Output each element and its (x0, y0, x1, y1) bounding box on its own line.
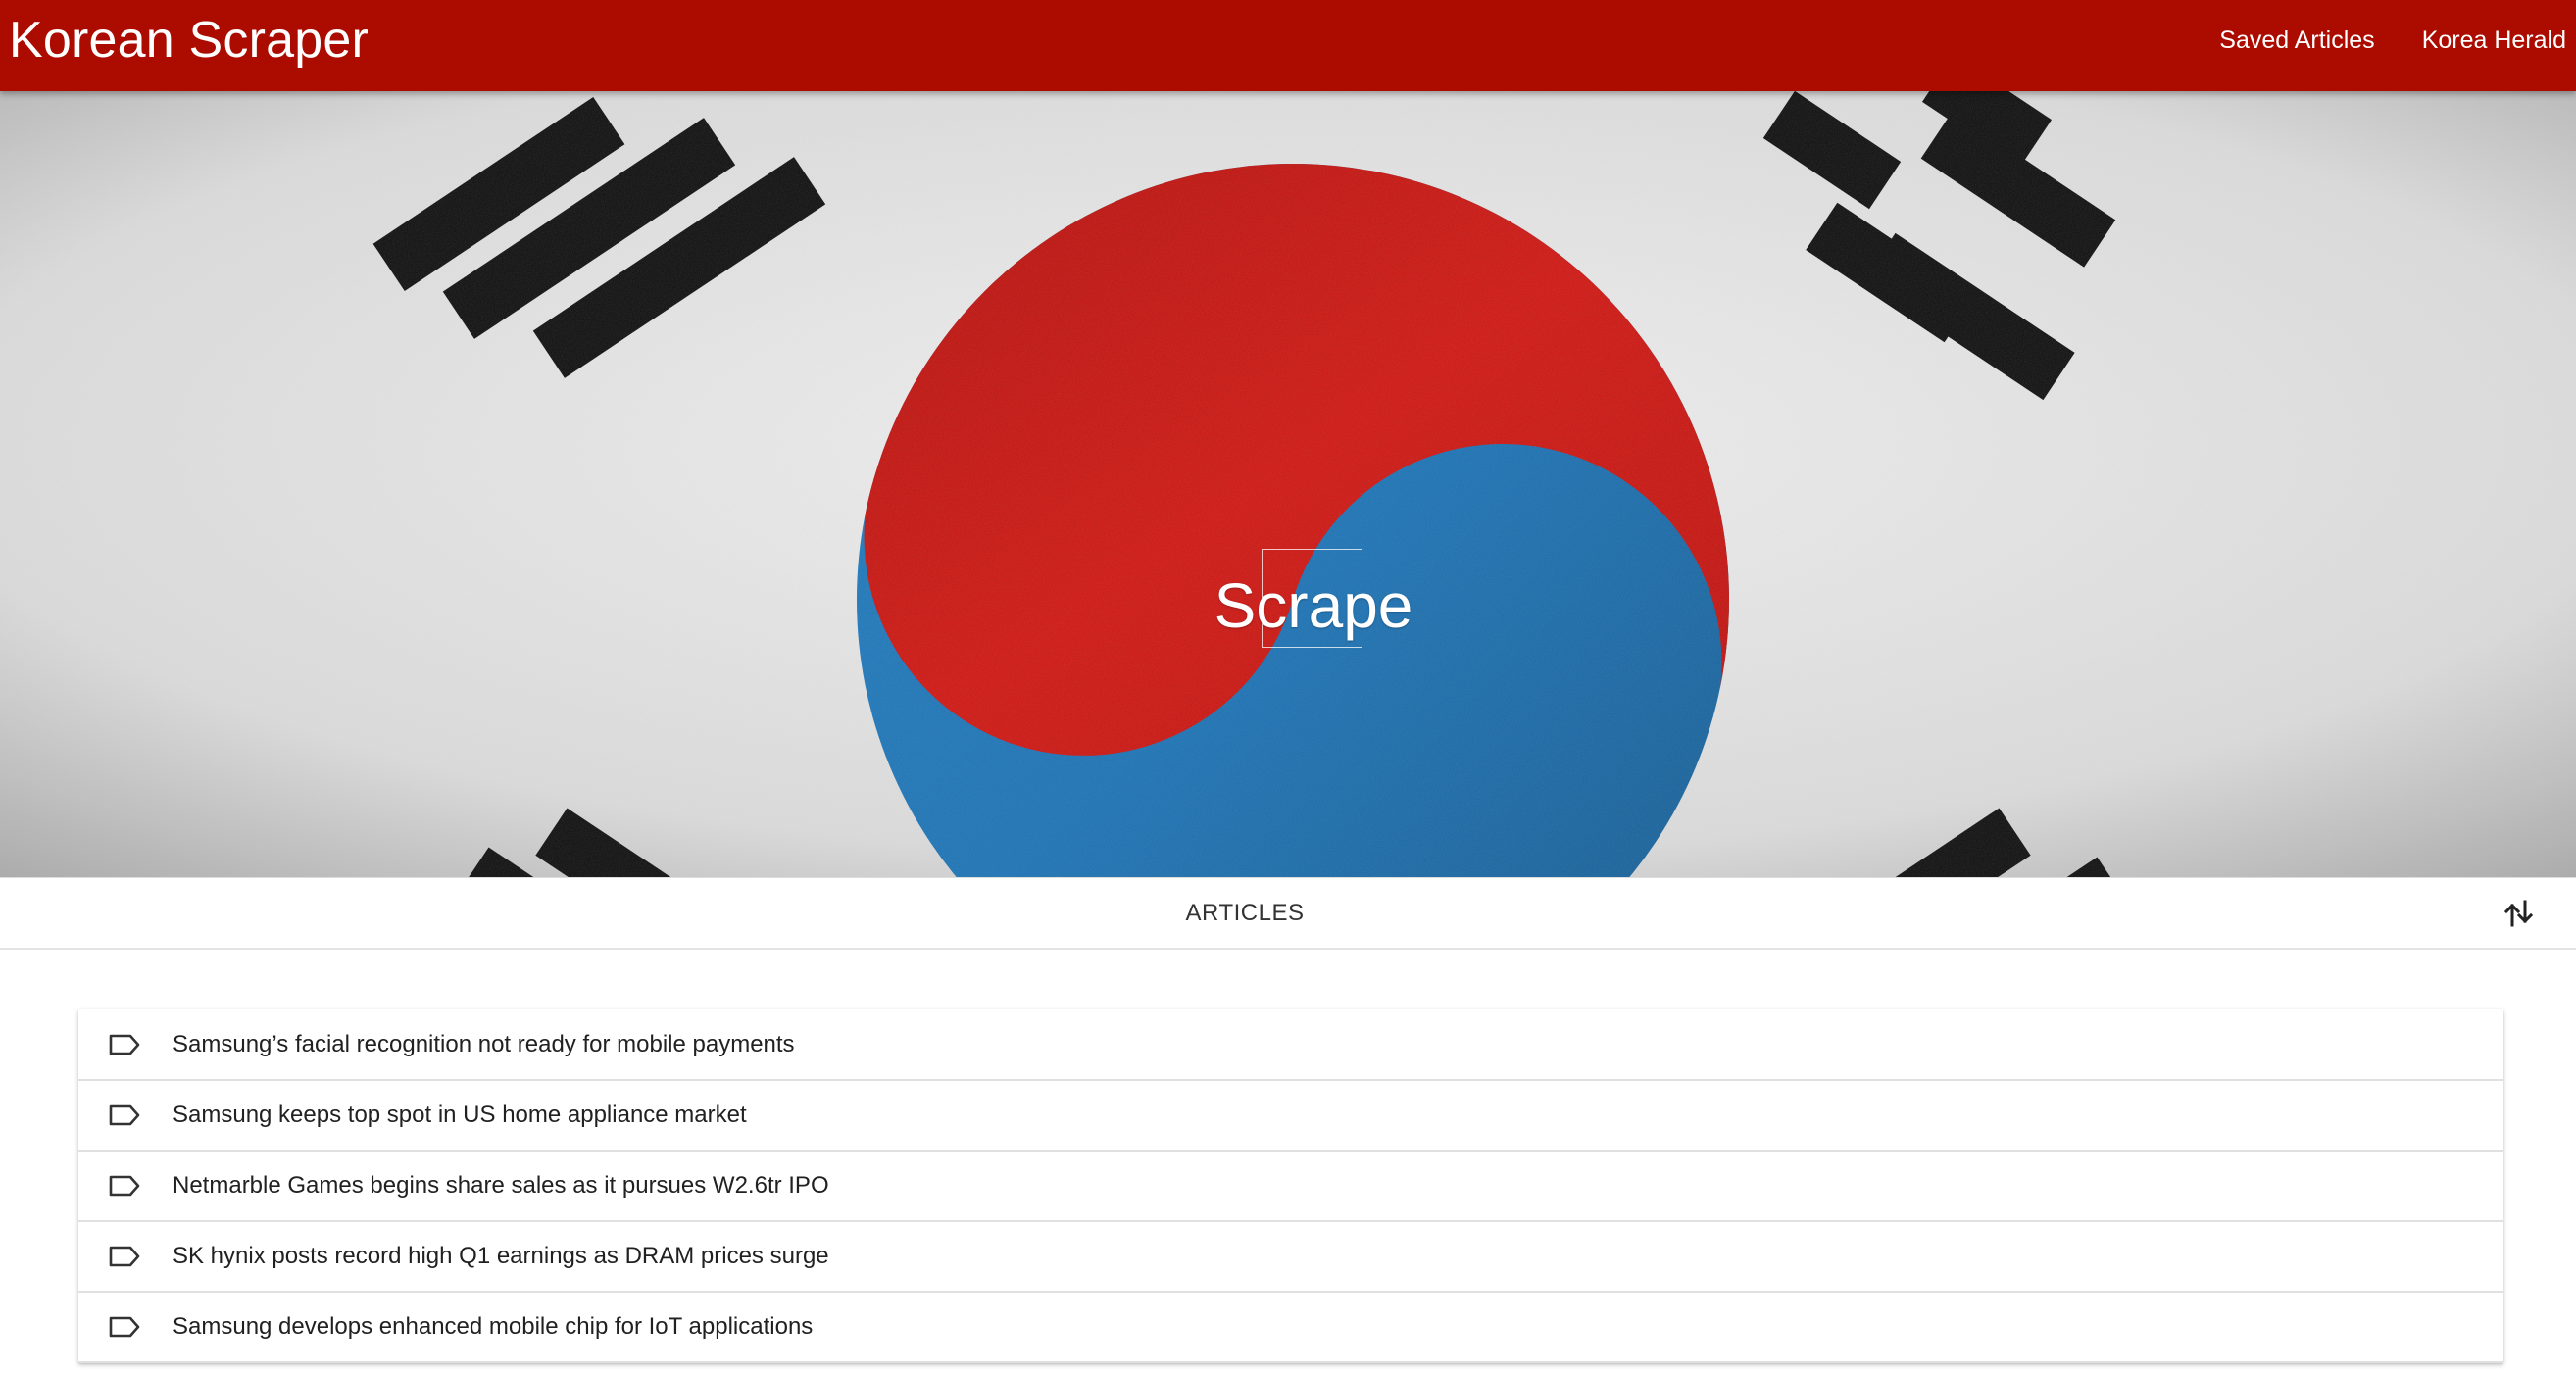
scrape-button[interactable] (1262, 549, 1362, 648)
article-title: Netmarble Games begins share sales as it… (173, 1172, 829, 1199)
navbar: Korean Scraper Saved Articles Korea Hera… (0, 0, 2576, 91)
nav-link-korea-herald[interactable]: Korea Herald (2422, 26, 2566, 55)
tabs-bar: ARTICLES (0, 877, 2576, 950)
brand-logo[interactable]: Korean Scraper (9, 0, 369, 81)
list-item[interactable]: Samsung’s facial recognition not ready f… (78, 1009, 2503, 1081)
list-item[interactable]: SK hynix posts record high Q1 earnings a… (78, 1222, 2503, 1293)
article-title: Samsung keeps top spot in US home applia… (173, 1102, 747, 1128)
nav-link-saved-articles[interactable]: Saved Articles (2219, 26, 2374, 55)
article-title: Samsung develops enhanced mobile chip fo… (173, 1313, 814, 1340)
label-outline-icon (109, 1034, 140, 1055)
label-outline-icon (109, 1104, 140, 1126)
articles-list: Samsung’s facial recognition not ready f… (78, 1009, 2503, 1363)
list-item[interactable]: Samsung keeps top spot in US home applia… (78, 1081, 2503, 1152)
tab-articles[interactable]: ARTICLES (1117, 878, 1372, 949)
swap-vertical-icon[interactable] (2502, 896, 2537, 931)
label-outline-icon (109, 1316, 140, 1338)
article-title: SK hynix posts record high Q1 earnings a… (173, 1243, 829, 1269)
nav-links: Saved Articles Korea Herald (2172, 0, 2566, 81)
label-outline-icon (109, 1246, 140, 1267)
list-item[interactable]: Netmarble Games begins share sales as it… (78, 1152, 2503, 1222)
hero-banner: Scrape (0, 91, 2576, 877)
article-title: Samsung’s facial recognition not ready f… (173, 1030, 795, 1057)
list-item[interactable]: Samsung develops enhanced mobile chip fo… (78, 1293, 2503, 1363)
label-outline-icon (109, 1175, 140, 1197)
korean-flag-image (0, 91, 2576, 877)
